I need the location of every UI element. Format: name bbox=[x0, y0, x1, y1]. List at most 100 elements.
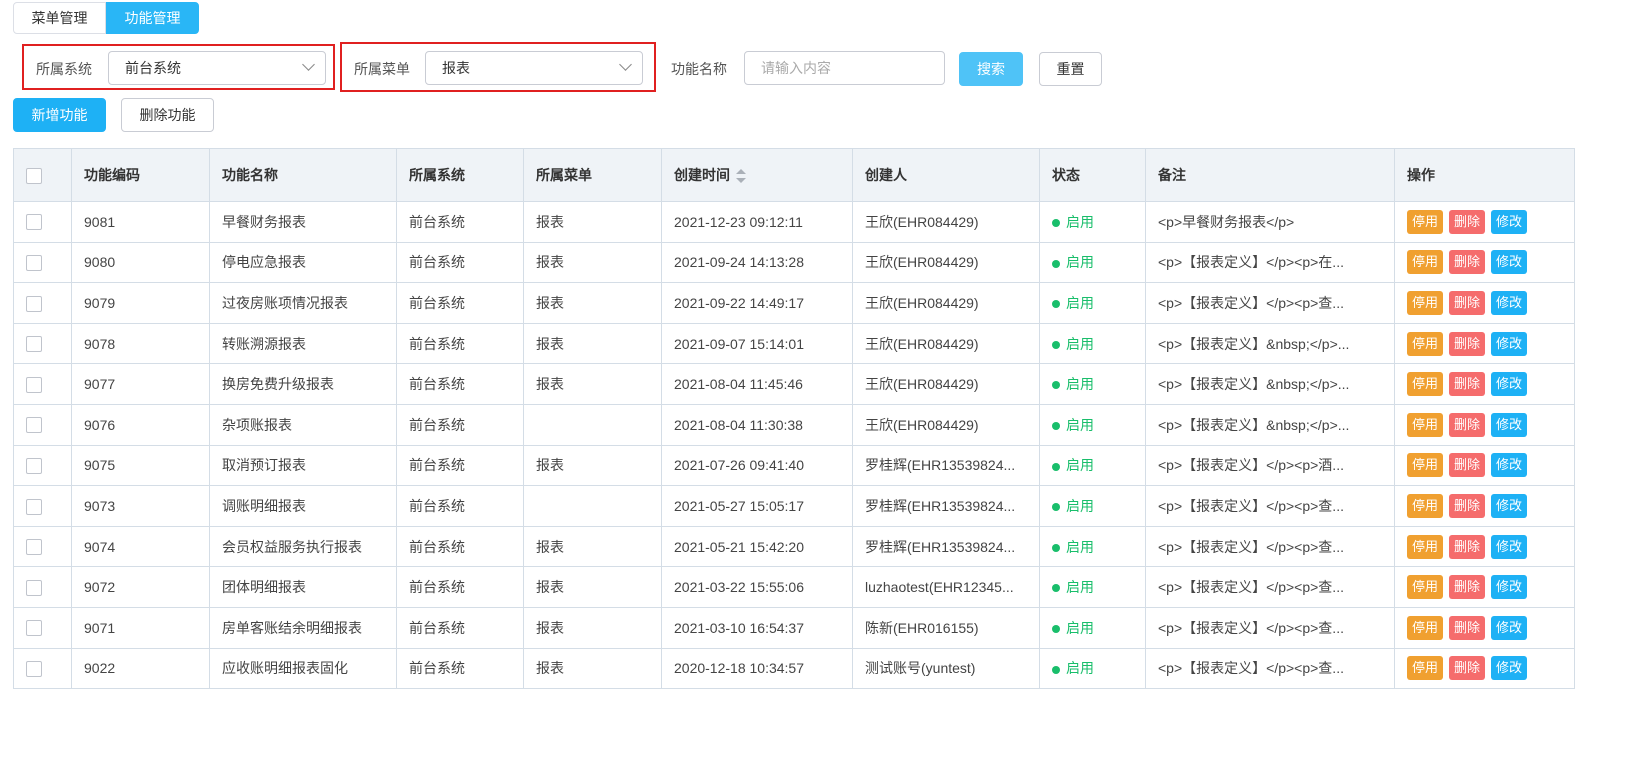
row-checkbox[interactable] bbox=[26, 295, 42, 312]
edit-button[interactable]: 修改 bbox=[1491, 372, 1527, 397]
cell-created: 2021-09-22 14:49:17 bbox=[661, 282, 853, 324]
disable-button[interactable]: 停用 bbox=[1407, 412, 1443, 437]
row-checkbox[interactable] bbox=[26, 579, 42, 596]
edit-button[interactable]: 修改 bbox=[1491, 412, 1527, 437]
sort-icon[interactable] bbox=[736, 169, 746, 184]
row-select-cell bbox=[13, 647, 72, 690]
delete-button[interactable]: 删除 bbox=[1449, 412, 1485, 437]
disable-button[interactable]: 停用 bbox=[1407, 453, 1443, 478]
disable-button[interactable]: 停用 bbox=[1407, 534, 1443, 559]
table-row: 9079 过夜房账项情况报表 前台系统 报表 2021-09-22 14:49:17 王欣… bbox=[13, 282, 1575, 324]
edit-button[interactable]: 修改 bbox=[1491, 290, 1527, 315]
disable-button[interactable]: 停用 bbox=[1407, 209, 1443, 234]
delete-button[interactable]: 删除 bbox=[1449, 209, 1485, 234]
delete-button[interactable]: 删除 bbox=[1449, 575, 1485, 600]
row-checkbox[interactable] bbox=[26, 458, 42, 474]
status-text: 启用 bbox=[1066, 660, 1094, 677]
cell-menu bbox=[523, 403, 662, 446]
search-button[interactable]: 搜索 bbox=[959, 52, 1023, 86]
row-checkbox[interactable] bbox=[26, 255, 42, 272]
cell-menu: 报表 bbox=[523, 525, 662, 568]
disable-button[interactable]: 停用 bbox=[1407, 493, 1443, 518]
disable-button[interactable]: 停用 bbox=[1407, 372, 1443, 397]
chevron-down-icon bbox=[302, 58, 315, 71]
table-body: 9081 早餐财务报表 前台系统 报表 2021-12-23 09:12:11 王欣(EH… bbox=[13, 201, 1575, 690]
delete-button[interactable]: 删除 bbox=[1449, 534, 1485, 559]
cell-name: 早餐财务报表 bbox=[209, 201, 397, 243]
disable-button[interactable]: 停用 bbox=[1407, 331, 1443, 356]
select-all-checkbox[interactable] bbox=[26, 167, 42, 184]
row-checkbox[interactable] bbox=[26, 620, 42, 637]
disable-button[interactable]: 停用 bbox=[1407, 615, 1443, 640]
delete-button[interactable]: 删除 bbox=[1449, 372, 1485, 397]
edit-button[interactable]: 修改 bbox=[1491, 534, 1527, 559]
row-select-cell bbox=[13, 444, 72, 487]
disable-button[interactable]: 停用 bbox=[1407, 575, 1443, 600]
row-checkbox[interactable] bbox=[26, 539, 42, 556]
col-created[interactable]: 创建时间 bbox=[661, 148, 853, 202]
row-checkbox[interactable] bbox=[26, 336, 42, 353]
disable-button[interactable]: 停用 bbox=[1407, 656, 1443, 681]
status-text: 启用 bbox=[1066, 579, 1094, 596]
delete-button[interactable]: 删除 bbox=[1449, 331, 1485, 356]
row-select-cell bbox=[13, 241, 72, 284]
row-checkbox[interactable] bbox=[26, 660, 42, 677]
cell-status: 启用 bbox=[1039, 241, 1146, 284]
row-select-cell bbox=[13, 201, 72, 243]
delete-button[interactable]: 删除 bbox=[1449, 493, 1485, 518]
status-text: 启用 bbox=[1066, 457, 1094, 474]
menu-select-value: 报表 bbox=[442, 60, 470, 76]
edit-button[interactable]: 修改 bbox=[1491, 453, 1527, 478]
function-name-placeholder: 请输入内容 bbox=[761, 60, 831, 76]
row-checkbox[interactable] bbox=[26, 214, 42, 231]
status-text: 启用 bbox=[1066, 254, 1094, 271]
delete-button[interactable]: 删除 bbox=[1449, 615, 1485, 640]
cell-creator: 王欣(EHR084429) bbox=[852, 322, 1040, 365]
row-checkbox[interactable] bbox=[26, 498, 42, 515]
row-checkbox[interactable] bbox=[26, 417, 42, 434]
edit-button[interactable]: 修改 bbox=[1491, 331, 1527, 356]
cell-created: 2020-12-18 10:34:57 bbox=[661, 647, 853, 690]
delete-button[interactable]: 删除 bbox=[1449, 290, 1485, 315]
row-select-cell bbox=[13, 566, 72, 608]
function-name-input[interactable]: 请输入内容 bbox=[744, 51, 945, 85]
reset-button[interactable]: 重置 bbox=[1039, 52, 1102, 86]
menu-select[interactable]: 报表 bbox=[425, 51, 643, 85]
edit-button[interactable]: 修改 bbox=[1491, 575, 1527, 600]
delete-button[interactable]: 删除 bbox=[1449, 453, 1485, 478]
system-select-value: 前台系统 bbox=[125, 60, 181, 76]
cell-created: 2021-08-04 11:30:38 bbox=[661, 403, 853, 446]
cell-created: 2021-07-26 09:41:40 bbox=[661, 444, 853, 487]
col-creator: 创建人 bbox=[852, 148, 1040, 202]
cell-menu: 报表 bbox=[523, 201, 662, 243]
cell-code: 9076 bbox=[71, 403, 210, 446]
cell-created: 2021-08-04 11:45:46 bbox=[661, 363, 853, 405]
edit-button[interactable]: 修改 bbox=[1491, 656, 1527, 681]
cell-creator: 罗桂辉(EHR13539824... bbox=[852, 485, 1040, 527]
tab-function-management[interactable]: 功能管理 bbox=[106, 2, 199, 34]
row-checkbox[interactable] bbox=[26, 376, 42, 393]
cell-menu: 报表 bbox=[523, 566, 662, 608]
delete-button[interactable]: 删除 bbox=[1449, 656, 1485, 681]
edit-button[interactable]: 修改 bbox=[1491, 615, 1527, 640]
cell-menu: 报表 bbox=[523, 606, 662, 649]
delete-button[interactable]: 删除 bbox=[1449, 250, 1485, 275]
disable-button[interactable]: 停用 bbox=[1407, 290, 1443, 315]
edit-button[interactable]: 修改 bbox=[1491, 250, 1527, 275]
add-function-button[interactable]: 新增功能 bbox=[13, 98, 106, 132]
delete-function-button[interactable]: 删除功能 bbox=[121, 98, 214, 132]
chevron-down-icon bbox=[619, 58, 632, 71]
status-dot-icon bbox=[1052, 259, 1060, 268]
cell-menu: 报表 bbox=[523, 241, 662, 284]
system-select[interactable]: 前台系统 bbox=[108, 51, 326, 85]
status-text: 启用 bbox=[1066, 335, 1094, 352]
cell-creator: 罗桂辉(EHR13539824... bbox=[852, 444, 1040, 487]
status-text: 启用 bbox=[1066, 497, 1094, 514]
cell-system: 前台系统 bbox=[396, 241, 524, 284]
disable-button[interactable]: 停用 bbox=[1407, 250, 1443, 275]
edit-button[interactable]: 修改 bbox=[1491, 209, 1527, 234]
edit-button[interactable]: 修改 bbox=[1491, 493, 1527, 518]
status-dot-icon bbox=[1052, 300, 1060, 309]
tab-menu-management[interactable]: 菜单管理 bbox=[13, 2, 106, 34]
cell-ops: 停用 删除 修改 bbox=[1394, 566, 1575, 608]
